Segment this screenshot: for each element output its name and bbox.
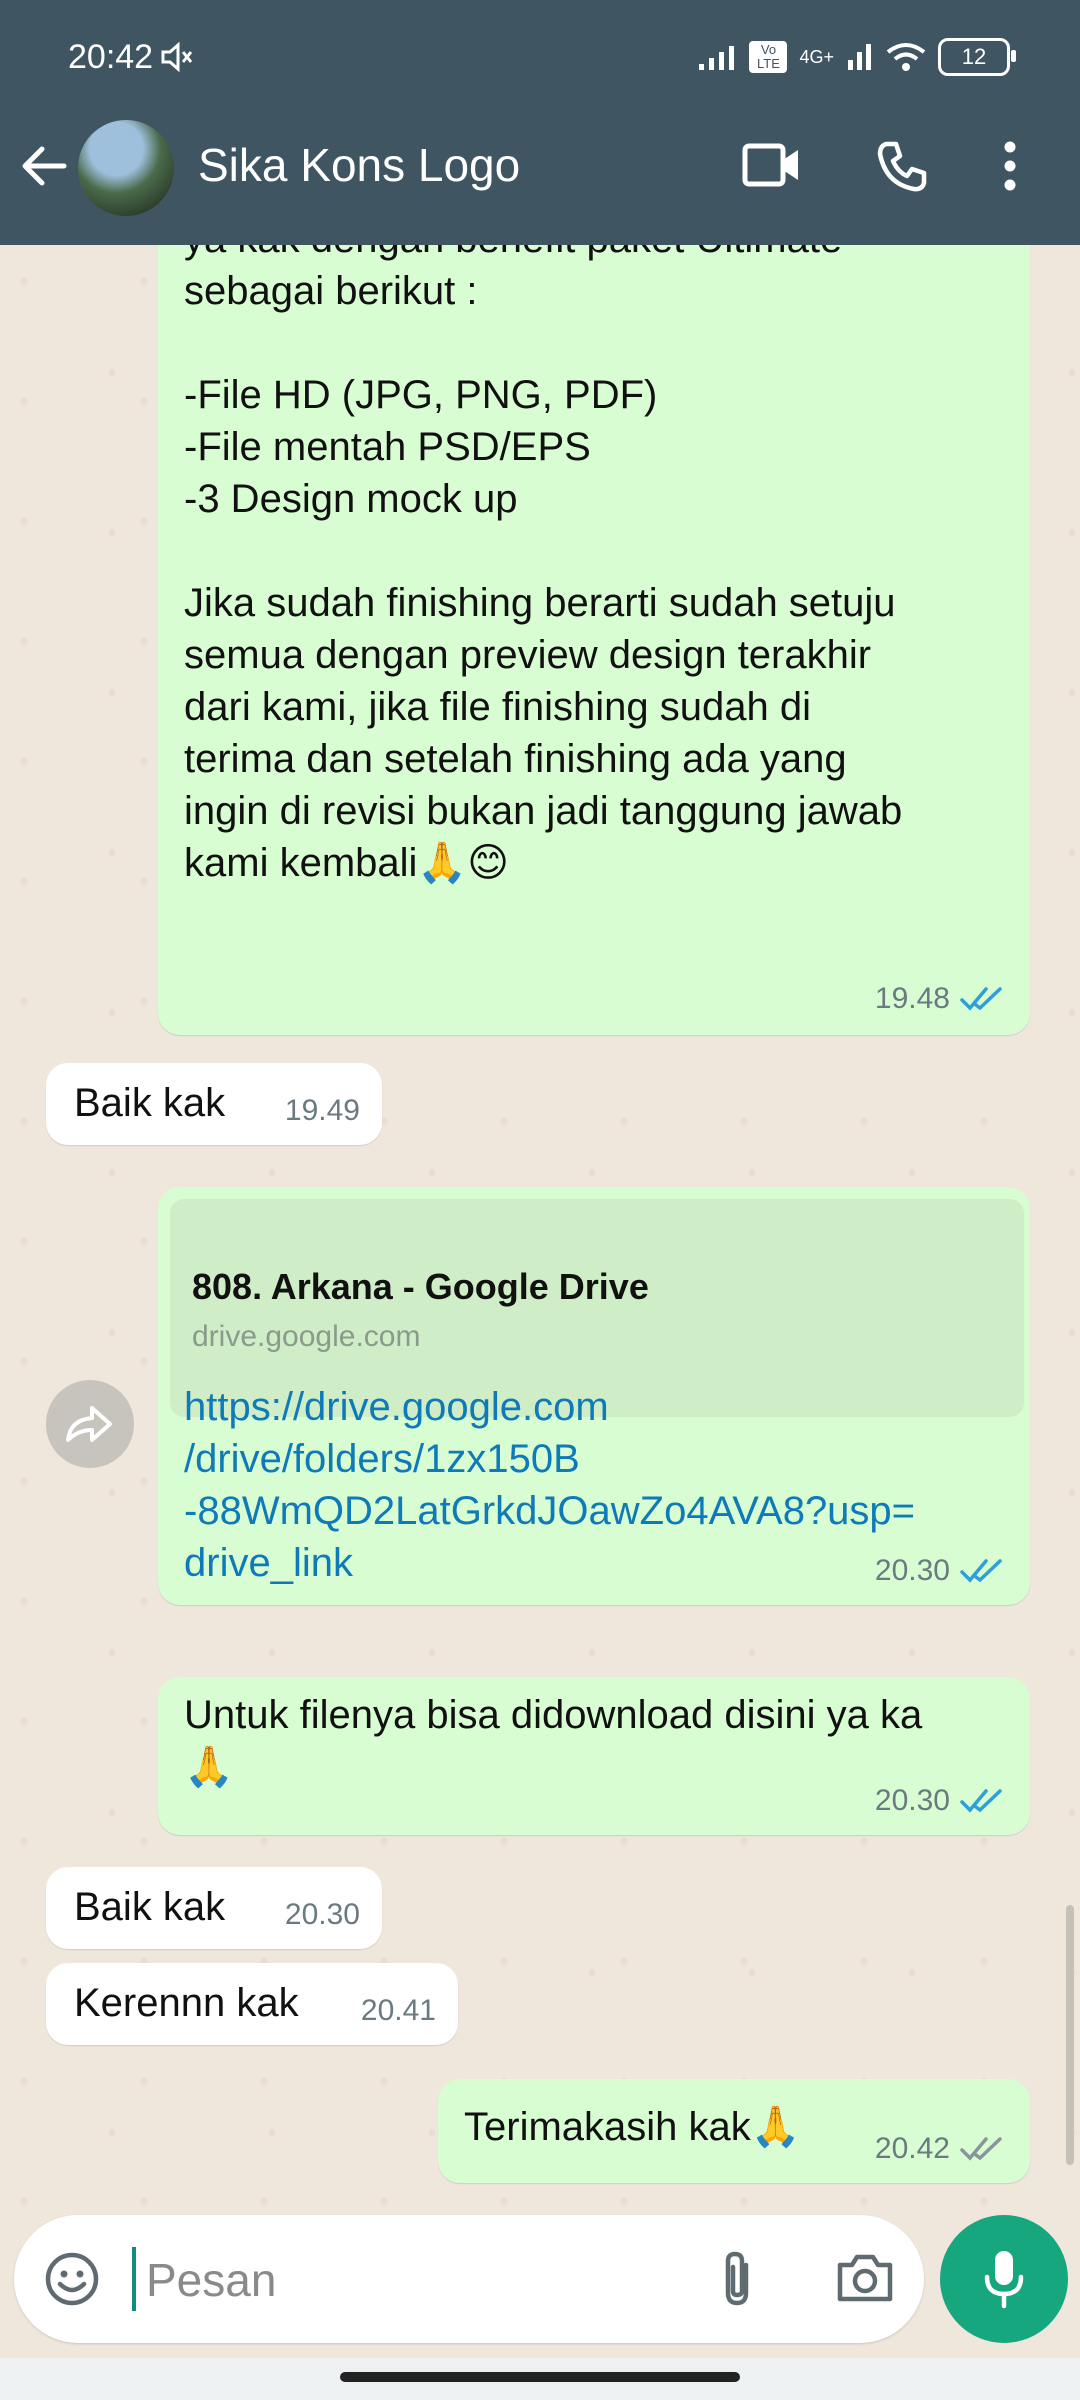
chat-area[interactable]: ya kak dengan benefit paket Ultimate seb… [0,245,1080,2210]
microphone-button[interactable] [940,2215,1068,2343]
message-bubble-outgoing[interactable]: Untuk filenya bisa didownload disini ya … [158,1677,1030,1835]
app-header: 20:42 Vo LTE 4G+ 12 Sika Kons Logo [0,0,1080,245]
mute-icon [160,41,194,77]
wifi-icon [886,43,926,71]
link-preview-domain: drive.google.com [192,1320,421,1353]
text-cursor [132,2247,136,2311]
smiley-icon[interactable] [44,2251,100,2312]
more-vertical-icon[interactable] [1002,140,1018,197]
scrollbar[interactable] [1066,1905,1074,2165]
status-icons: Vo LTE 4G+ 12 [697,38,1016,76]
message-text: Jika sudah finishing berarti sudah setuj… [184,581,903,885]
home-indicator[interactable] [340,2372,740,2382]
double-check-read-icon [960,1559,1002,1583]
avatar[interactable] [78,120,174,216]
message-input[interactable] [144,2239,708,2321]
message-bubble-incoming[interactable]: Kerennn kak 20.41 [46,1963,458,2045]
double-check-read-icon [960,1789,1002,1813]
message-time: 20.30 [874,1784,950,1817]
battery-level: 12 [961,44,987,69]
message-text: Baik kak [74,1885,226,1929]
message-bubble-outgoing[interactable]: Terimakasih kak🙏 20.42 [438,2079,1030,2183]
message-time: 20.30 [284,1898,360,1931]
battery-indicator: 12 [938,38,1016,76]
message-time: 20.30 [874,1554,950,1587]
message-meta: 20.30 [875,1775,1006,1827]
signal-icon [699,46,735,70]
double-check-delivered-icon [960,2137,1002,2161]
chat-title[interactable]: Sika Kons Logo [198,138,520,192]
message-text: Baik kak [74,1081,226,1125]
status-time: 20:42 [68,38,154,76]
message-meta: 20.30 [875,1545,1006,1597]
message-time: 20.41 [360,1994,436,2027]
message-meta: 20.42 [875,2123,1006,2175]
message-bubble-outgoing[interactable]: ya kak dengan benefit paket Ultimate seb… [158,245,1030,1035]
volte-badge: Vo LTE [749,41,788,73]
signal-icon-2 [848,44,871,70]
video-camera-icon[interactable] [742,140,802,195]
microphone-icon [984,2251,1024,2309]
message-composer [14,2215,924,2343]
message-time: 19.49 [284,1094,360,1127]
message-bubble-incoming[interactable]: Baik kak 20.30 [46,1867,382,1949]
arrow-left-icon[interactable] [18,140,70,197]
message-bubble-incoming[interactable]: Baik kak 19.49 [46,1063,382,1145]
phone-icon[interactable] [874,138,930,199]
message-time: 19.48 [874,982,950,1015]
system-nav-bar [0,2358,1080,2400]
forward-icon[interactable] [46,1380,134,1468]
message-time: 20.42 [874,2132,950,2165]
message-text: Terimakasih kak🙏 [464,2105,801,2149]
message-meta: 19.48 [875,973,1006,1025]
message-text: Kerennn kak [74,1981,299,2025]
message-text: -File HD (JPG, PNG, PDF) -File mentah PS… [184,373,658,521]
camera-icon[interactable] [836,2251,894,2308]
network-type: 4G+ [799,46,834,67]
paperclip-icon[interactable] [716,2249,760,2314]
link-preview-title: 808. Arkana - Google Drive [192,1266,649,1307]
message-bubble-outgoing-link[interactable]: 808. Arkana - Google Drive drive.google.… [158,1187,1030,1605]
double-check-read-icon [960,987,1002,1011]
message-text: ya kak dengan benefit paket Ultimate seb… [184,245,842,313]
